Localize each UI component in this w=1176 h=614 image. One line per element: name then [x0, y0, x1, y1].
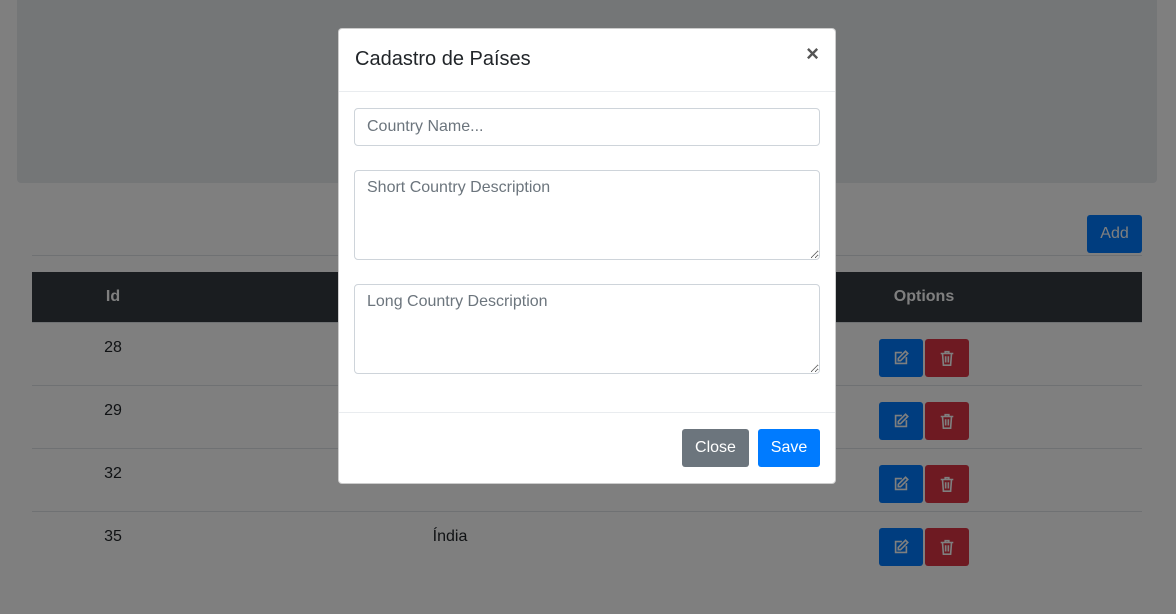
modal-body — [339, 92, 835, 414]
long-description-textarea[interactable] — [354, 284, 820, 374]
short-description-textarea[interactable] — [354, 170, 820, 260]
country-modal: Cadastro de Países × Close Save — [338, 28, 836, 484]
save-button[interactable]: Save — [758, 429, 820, 467]
modal-header: Cadastro de Países × — [339, 29, 835, 92]
close-icon[interactable]: × — [806, 43, 819, 65]
close-button[interactable]: Close — [682, 429, 749, 467]
modal-title: Cadastro de Países — [355, 48, 531, 70]
country-name-input[interactable] — [354, 108, 820, 146]
modal-footer: Close Save — [339, 412, 835, 483]
